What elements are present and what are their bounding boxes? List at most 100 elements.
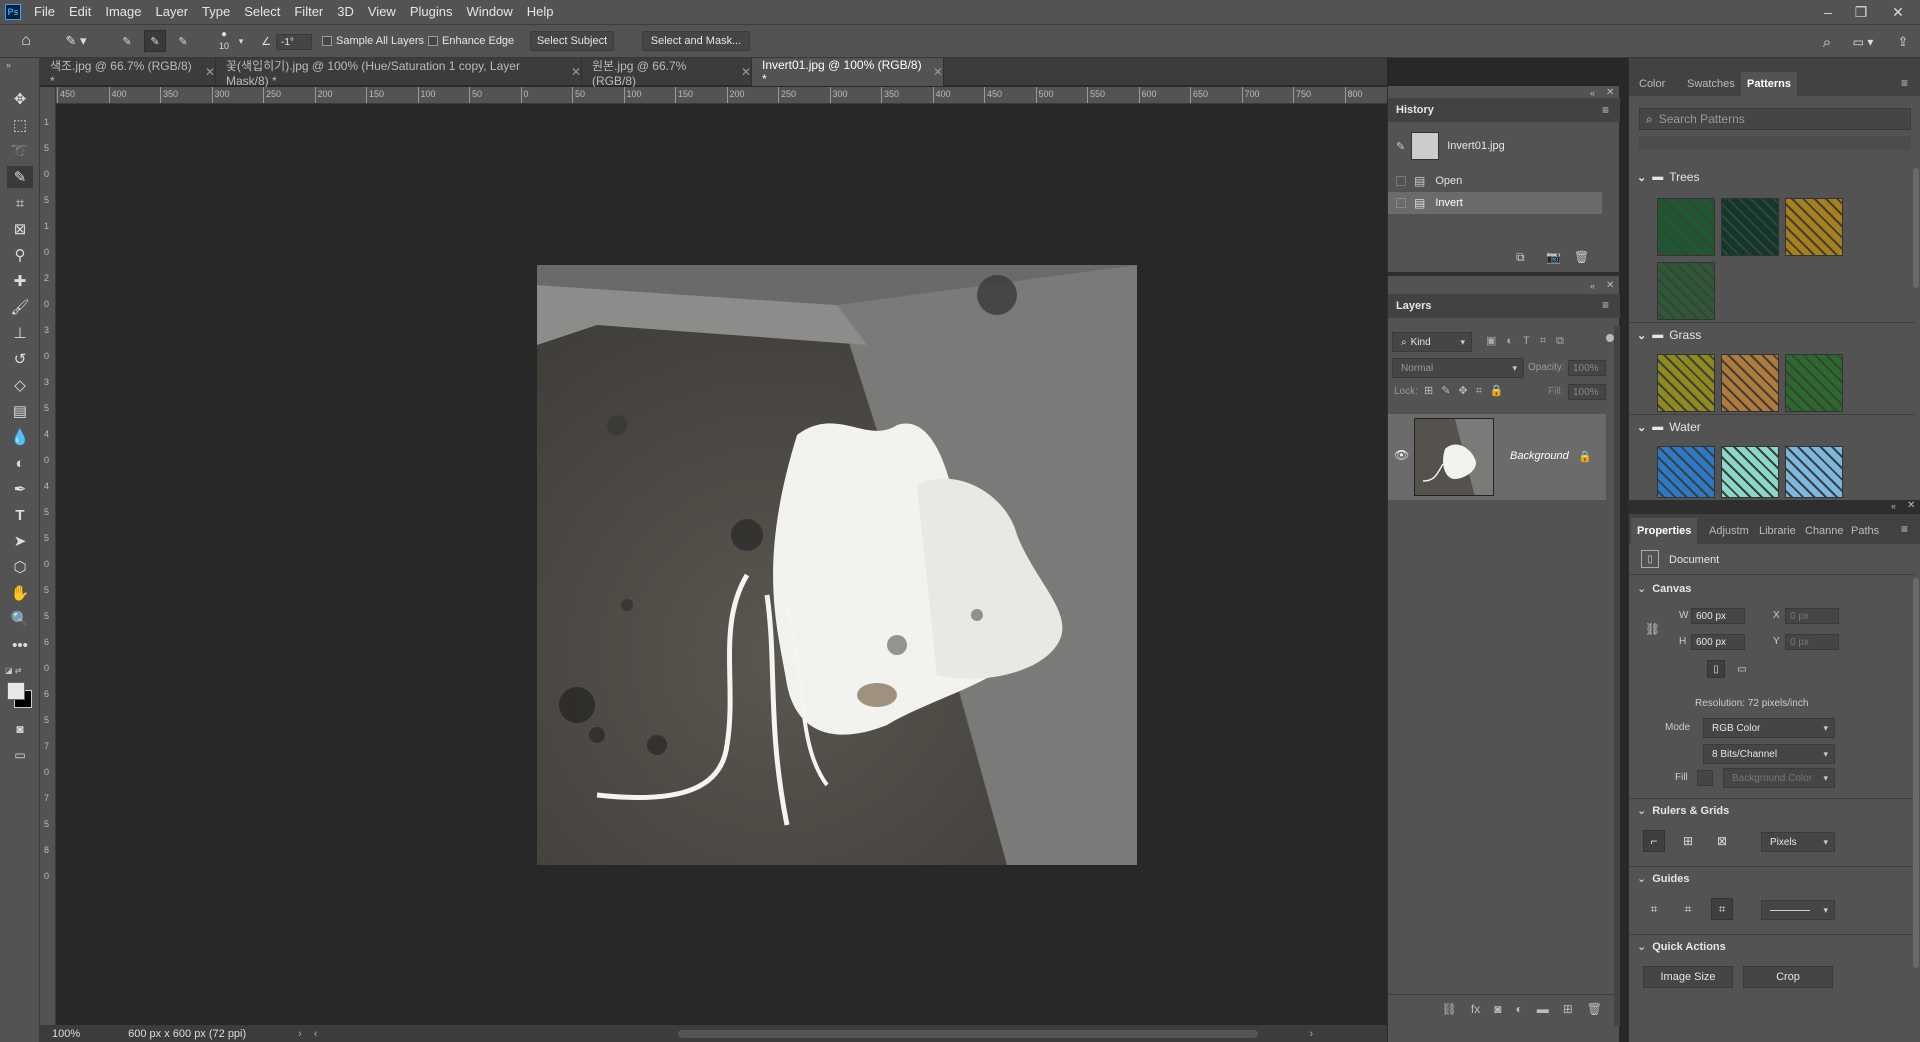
pattern-swatch[interactable] (1657, 198, 1715, 256)
collapse-panels-icon[interactable]: « (1891, 501, 1896, 511)
workspace-icon[interactable]: ▭ ▾ (1846, 32, 1880, 52)
tab-document-active[interactable]: Invert01.jpg @ 100% (RGB/8) * ✕ (752, 58, 944, 86)
trash-icon[interactable]: 🗑 (1574, 250, 1589, 264)
search-patterns-input[interactable]: ⌕ Search Patterns (1639, 108, 1911, 130)
tab-document-2[interactable]: 꽃(색입히기).jpg @ 100% (Hue/Saturation 1 cop… (216, 58, 582, 88)
home-icon[interactable]: ⌂ (14, 30, 38, 52)
marquee-tool-icon[interactable]: ⬚ (7, 114, 33, 136)
dodge-tool-icon[interactable]: ◐ (7, 452, 33, 474)
move-tool-icon[interactable]: ✥ (7, 88, 33, 110)
menu-view[interactable]: View (361, 0, 403, 24)
mode-select[interactable]: RGB Color ▾ (1703, 718, 1835, 738)
collapse-panels-icon[interactable]: « (1590, 88, 1595, 98)
crop-button[interactable]: Crop (1743, 966, 1833, 988)
select-and-mask-button[interactable]: Select and Mask... (642, 31, 750, 51)
layers-scrollbar[interactable] (1614, 326, 1620, 1026)
quick-mask-icon[interactable]: ◙ (7, 718, 33, 740)
tab-patterns[interactable]: Patterns (1741, 72, 1798, 96)
blur-tool-icon[interactable]: 💧 (7, 426, 33, 448)
close-tab-icon[interactable]: ✕ (571, 65, 581, 79)
blend-mode-select[interactable]: Normal ▾ (1392, 358, 1524, 378)
tab-properties[interactable]: Properties (1631, 518, 1698, 544)
pattern-swatch[interactable] (1721, 198, 1779, 256)
history-snapshot[interactable]: ✎ Invert01.jpg (1388, 130, 1602, 162)
share-icon[interactable]: ⇪ (1892, 32, 1914, 52)
patterns-scrollbar[interactable] (1913, 168, 1919, 288)
image-size-button[interactable]: Image Size (1643, 966, 1733, 988)
ruler-toggle-icon[interactable]: ⌐ (1643, 830, 1665, 852)
history-source-box[interactable] (1396, 198, 1406, 208)
quick-selection-tool-icon[interactable]: ✎ (7, 166, 33, 188)
pixel-grid-icon[interactable]: ⊠ (1711, 830, 1733, 852)
horizontal-scrollbar[interactable] (677, 1029, 1258, 1038)
tool-preset-picker[interactable]: ✎ ▾ (58, 30, 94, 52)
menu-filter[interactable]: Filter (287, 0, 330, 24)
collapse-panels-icon[interactable]: « (1590, 281, 1595, 291)
history-title[interactable]: History (1396, 104, 1434, 116)
crop-tool-icon[interactable]: ⌗ (7, 192, 33, 214)
properties-scrollbar[interactable] (1913, 578, 1919, 968)
layer-row-background[interactable]: 👁 Background 🔒 (1388, 414, 1606, 500)
healing-brush-tool-icon[interactable]: ✚ (7, 270, 33, 292)
landscape-orientation-icon[interactable]: ▭ (1733, 660, 1751, 678)
section-quick-actions[interactable]: ⌄ Quick Actions (1637, 940, 1726, 954)
pattern-group-water[interactable]: ⌄ ▬ Water (1637, 420, 1701, 434)
fill-select[interactable]: Background Color ▾ (1723, 768, 1835, 788)
foreground-color-swatch[interactable] (7, 682, 25, 700)
history-item-open[interactable]: ▤ Open (1388, 170, 1602, 192)
layer-filter-icons[interactable]: ▣◐T⌗⧉ (1486, 334, 1574, 348)
close-tab-icon[interactable]: ✕ (933, 65, 943, 79)
add-mask-icon[interactable]: ◙ (1494, 1002, 1501, 1016)
eye-visibility-icon[interactable]: 👁 (1394, 448, 1409, 462)
eyedropper-tool-icon[interactable]: ⚲ (7, 244, 33, 266)
new-layer-icon[interactable]: ⊞ (1563, 1002, 1573, 1016)
layer-filter-kind[interactable]: ⌕ Kind ▾ (1392, 332, 1472, 352)
fx-icon[interactable]: fx (1471, 1002, 1480, 1016)
section-rulers-grids[interactable]: ⌄ Rulers & Grids (1637, 804, 1729, 818)
hand-tool-icon[interactable]: ✋ (7, 582, 33, 604)
menu-plugins[interactable]: Plugins (403, 0, 460, 24)
menu-image[interactable]: Image (98, 0, 148, 24)
brush-tool-icon[interactable]: 🖌 (7, 296, 33, 318)
pattern-swatch[interactable] (1657, 354, 1715, 412)
x-input[interactable]: 0 px (1785, 608, 1839, 624)
shape-tool-icon[interactable]: ⬡ (7, 556, 33, 578)
menu-3d[interactable]: 3D (330, 0, 361, 24)
tab-document-3[interactable]: 원본.jpg @ 66.7% (RGB/8) ✕ (582, 58, 752, 88)
chevron-down-icon[interactable]: ▾ (236, 33, 246, 49)
tab-swatches[interactable]: Swatches (1681, 72, 1741, 96)
guide-style-select[interactable]: ▾ (1761, 900, 1835, 920)
layers-menu-icon[interactable]: ≡ (1602, 298, 1609, 312)
y-input[interactable]: 0 px (1785, 634, 1839, 650)
minimize-icon[interactable]: – (1812, 0, 1844, 24)
pattern-swatch[interactable] (1721, 354, 1779, 412)
camera-snapshot-icon[interactable]: 📷 (1546, 250, 1561, 264)
default-colors-icon[interactable]: ◪ ⇄ (5, 666, 21, 675)
menu-edit[interactable]: Edit (62, 0, 98, 24)
fill-input[interactable]: 100% (1568, 384, 1606, 400)
pattern-swatch[interactable] (1721, 446, 1779, 498)
lock-icon[interactable]: 🔒 (1578, 450, 1592, 463)
tab-channels[interactable]: Channe (1799, 518, 1850, 544)
status-arrow-icon[interactable]: › (298, 1028, 302, 1040)
trash-icon[interactable]: 🗑 (1587, 1002, 1602, 1016)
menu-window[interactable]: Window (459, 0, 519, 24)
pattern-swatch[interactable] (1785, 354, 1843, 412)
width-input[interactable]: 600 px (1691, 608, 1745, 624)
tab-libraries[interactable]: Librarie (1753, 518, 1802, 544)
new-document-from-state-icon[interactable]: ⧉ (1516, 250, 1525, 265)
pattern-group-grass[interactable]: ⌄ ▬ Grass (1637, 328, 1701, 342)
close-tab-icon[interactable]: ✕ (741, 65, 751, 79)
enhance-edge-checkbox[interactable]: Enhance Edge (428, 35, 514, 47)
bit-depth-select[interactable]: 8 Bits/Channel ▾ (1703, 744, 1835, 764)
lasso-tool-icon[interactable]: ➰ (7, 140, 33, 162)
clone-stamp-tool-icon[interactable]: ⊥ (7, 322, 33, 344)
restore-icon[interactable]: ❐ (1845, 0, 1877, 24)
properties-menu-icon[interactable]: ≡ (1901, 522, 1908, 536)
guide-layout-icon[interactable]: ⌗ (1711, 898, 1733, 920)
patterns-menu-icon[interactable]: ≡ (1901, 76, 1908, 90)
link-dimensions-icon[interactable]: ⛓ (1645, 622, 1660, 636)
history-item-invert[interactable]: ▤ Invert (1388, 192, 1602, 214)
history-menu-icon[interactable]: ≡ (1602, 103, 1609, 117)
menu-help[interactable]: Help (520, 0, 561, 24)
